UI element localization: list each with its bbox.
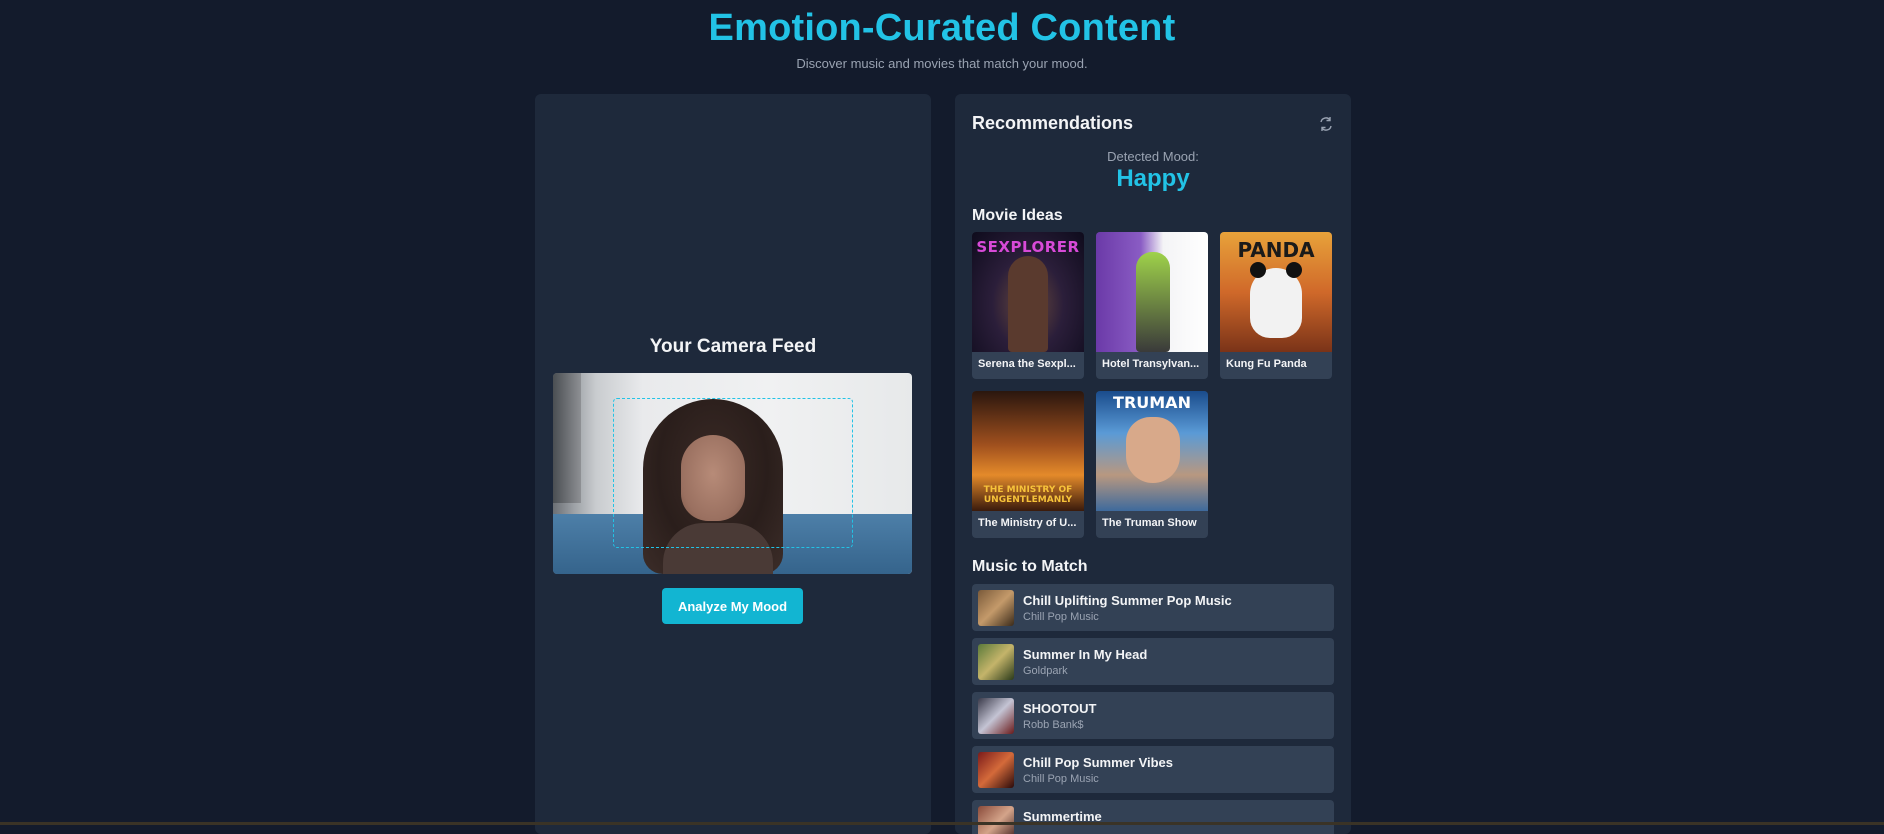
track-artist: Robb Bank$ (1023, 719, 1084, 731)
page-subtitle: Discover music and movies that match you… (796, 56, 1088, 71)
track-artist: Goldpark (1023, 665, 1068, 677)
detected-mood-label: Detected Mood: (1107, 149, 1199, 164)
movie-card[interactable]: PANDA Kung Fu Panda (1220, 232, 1332, 379)
movie-ideas-title: Movie Ideas (972, 207, 1063, 224)
poster-title-art: SEXPLORER (976, 238, 1080, 256)
track-artist: Chill Pop Music (1023, 611, 1099, 623)
panda-ear (1250, 262, 1266, 278)
album-thumbnail (978, 752, 1014, 788)
music-list: Chill Uplifting Summer Pop Music Chill P… (972, 584, 1334, 834)
music-item[interactable]: Summer In My Head Goldpark (972, 638, 1334, 685)
movie-poster (1096, 232, 1208, 352)
movie-title: Hotel Transylvan... (1102, 358, 1200, 370)
poster-title-art: THE MINISTRY OF UNGENTLEMANLY (983, 485, 1073, 505)
poster-title-art: PANDA (1237, 238, 1315, 262)
movie-title: The Ministry of U... (978, 517, 1077, 529)
movie-poster: SEXPLORER (972, 232, 1084, 352)
music-title: Music to Match (972, 558, 1088, 575)
poster-title-art: TRUMAN (1113, 393, 1191, 412)
album-thumbnail (978, 698, 1014, 734)
poster-figure (1136, 252, 1170, 352)
recommendations-header: Recommendations (972, 113, 1334, 134)
track-title: Chill Uplifting Summer Pop Music (1023, 593, 1232, 608)
movie-card[interactable]: Hotel Transylvan... (1096, 232, 1208, 379)
music-item[interactable]: Chill Pop Summer Vibes Chill Pop Music (972, 746, 1334, 793)
track-title: Summer In My Head (1023, 647, 1148, 662)
movie-title: The Truman Show (1102, 517, 1197, 529)
analyze-mood-button[interactable]: Analyze My Mood (662, 588, 803, 624)
page-title: Emotion-Curated Content (708, 7, 1176, 49)
movie-poster: PANDA (1220, 232, 1332, 352)
track-title: SHOOTOUT (1023, 701, 1097, 716)
music-item[interactable]: SHOOTOUT Robb Bank$ (972, 692, 1334, 739)
page-header: Emotion-Curated Content Discover music a… (0, 0, 1884, 71)
face-detection-box (613, 398, 853, 548)
background-frame (553, 373, 581, 503)
movie-card[interactable]: SEXPLORER Serena the Sexpl... (972, 232, 1084, 379)
panda-ear (1286, 262, 1302, 278)
music-item[interactable]: Summertime (972, 800, 1334, 834)
movie-poster: THE MINISTRY OF UNGENTLEMANLY (972, 391, 1084, 511)
album-thumbnail (978, 806, 1014, 834)
camera-title: Your Camera Feed (649, 336, 817, 357)
recommendations-title: Recommendations (972, 113, 1134, 133)
album-thumbnail (978, 590, 1014, 626)
poster-figure (1008, 256, 1048, 352)
movie-title: Serena the Sexpl... (978, 358, 1076, 370)
camera-panel: Your Camera Feed Analyze My Mood (535, 94, 931, 834)
panda-figure (1250, 268, 1302, 338)
track-artist: Chill Pop Music (1023, 773, 1099, 785)
detected-mood-value: Happy (1116, 165, 1190, 192)
movie-card[interactable]: TRUMAN The Truman Show (1096, 391, 1208, 538)
movie-grid: SEXPLORER Serena the Sexpl... Hotel Tran… (972, 232, 1334, 538)
poster-face (1126, 417, 1180, 483)
refresh-icon[interactable] (1318, 116, 1334, 132)
track-title: Chill Pop Summer Vibes (1023, 755, 1174, 770)
recommendations-panel: Recommendations Detected Mood: Happy Mov… (955, 94, 1351, 834)
movie-poster: TRUMAN (1096, 391, 1208, 511)
movie-card[interactable]: THE MINISTRY OF UNGENTLEMANLY The Minist… (972, 391, 1084, 538)
music-item[interactable]: Chill Uplifting Summer Pop Music Chill P… (972, 584, 1334, 631)
camera-feed-video (553, 373, 912, 574)
movie-title: Kung Fu Panda (1226, 358, 1307, 370)
album-thumbnail (978, 644, 1014, 680)
